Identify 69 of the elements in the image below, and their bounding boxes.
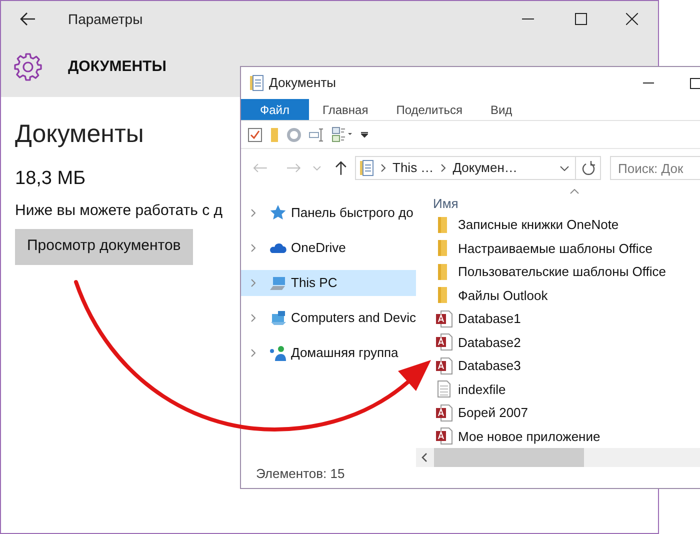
file-item[interactable]: Борей 2007 <box>435 401 528 424</box>
database-file-icon <box>435 427 453 446</box>
close-icon[interactable] <box>626 13 638 25</box>
star-icon <box>269 204 287 222</box>
settings-icon <box>14 53 42 81</box>
up-icon[interactable] <box>334 161 347 175</box>
folder-icon <box>250 75 264 91</box>
refresh-button[interactable] <box>576 156 602 180</box>
horizontal-scrollbar[interactable] <box>416 448 700 467</box>
file-item[interactable]: Файлы Outlook <box>435 284 548 307</box>
nav-item[interactable]: This PC <box>241 270 416 296</box>
chevron-right-icon[interactable] <box>440 164 446 172</box>
file-item[interactable]: Пользовательские шаблоны Office <box>435 260 666 284</box>
section-heading: Документы <box>15 119 144 149</box>
database-file-icon <box>435 356 453 375</box>
scroll-left-icon[interactable] <box>421 453 427 462</box>
dropdown-icon[interactable] <box>361 132 368 138</box>
search-field[interactable]: Поиск: Док <box>610 156 700 180</box>
status-text: Элементов: 15 <box>256 465 345 484</box>
rename-icon[interactable] <box>309 128 325 142</box>
sort-icon[interactable] <box>570 189 579 194</box>
chevron-right-icon[interactable] <box>251 314 256 322</box>
page-title: ДОКУМЕНТЫ <box>68 56 166 77</box>
address-segment[interactable]: Докумен… <box>452 158 518 178</box>
description-text: Ниже вы можете работать с д <box>15 201 223 221</box>
column-header[interactable]: Имя <box>433 195 458 213</box>
file-item[interactable]: Настраиваемые шаблоны Office <box>435 236 652 260</box>
maximize-icon[interactable] <box>575 13 587 25</box>
file-item[interactable]: Database2 <box>435 330 521 354</box>
view-documents-button[interactable]: Просмотр документов <box>15 228 193 264</box>
ribbon-tab[interactable]: Файл <box>241 99 309 120</box>
back-icon[interactable] <box>20 12 36 26</box>
nav-item[interactable]: OneDrive <box>241 235 416 261</box>
chevron-right-icon[interactable] <box>251 244 256 252</box>
file-item[interactable]: Database3 <box>435 354 521 378</box>
window-title: Документы <box>269 74 336 92</box>
ribbon-tab[interactable]: Поделиться <box>382 99 476 120</box>
chevron-right-icon[interactable] <box>251 209 256 217</box>
text-file-icon <box>435 380 453 398</box>
file-item[interactable]: indexfile <box>435 378 506 401</box>
network-icon <box>269 309 287 327</box>
database-file-icon <box>435 333 453 352</box>
computer-icon <box>269 274 287 292</box>
chevron-right-icon[interactable] <box>251 349 256 357</box>
address-segment[interactable]: This … <box>392 158 434 178</box>
minimize-icon[interactable] <box>643 82 654 84</box>
layout-icon[interactable] <box>332 126 354 142</box>
window-title: Параметры <box>68 10 143 29</box>
nav-item[interactable]: Computers and Devic <box>241 305 416 331</box>
checkbox-icon[interactable] <box>248 128 262 142</box>
ribbon-tab[interactable]: Вид <box>476 99 526 120</box>
ribbon-tab[interactable]: Главная <box>308 99 382 120</box>
refresh-icon <box>582 161 595 175</box>
maximize-icon[interactable] <box>690 78 700 88</box>
file-item[interactable]: Database1 <box>435 307 521 330</box>
folder-icon <box>360 160 374 176</box>
database-file-icon <box>435 310 453 328</box>
chevron-down-icon[interactable] <box>560 166 570 170</box>
file-item[interactable]: Записные книжки OneNote <box>435 213 619 236</box>
nav-item[interactable]: Панель быстрого до <box>241 200 416 226</box>
chevron-right-icon[interactable] <box>380 164 386 172</box>
address-bar[interactable]: This … Докумен… <box>354 156 576 180</box>
scrollbar-thumb[interactable] <box>434 448 584 467</box>
minimize-icon[interactable] <box>522 18 534 20</box>
size-value: 18,3 МБ <box>15 167 86 191</box>
database-file-icon <box>435 404 453 422</box>
file-item[interactable]: Мое новое приложение <box>435 424 600 448</box>
nav-item[interactable]: Домашняя группа <box>241 340 416 366</box>
homegroup-icon <box>269 344 287 362</box>
